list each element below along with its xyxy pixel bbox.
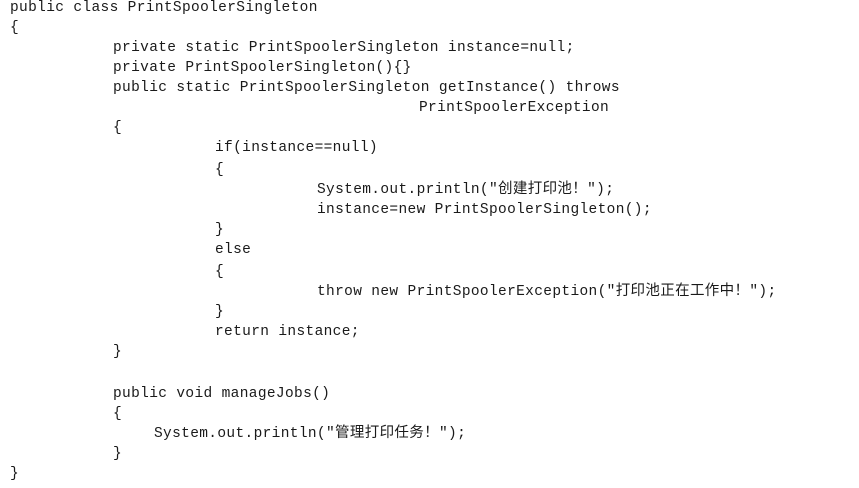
code-line-if-open-brace: { (215, 162, 225, 178)
code-line-throws-exception: PrintSpoolerException (419, 100, 610, 116)
code-line-if-condition: if(instance==null) (215, 140, 378, 156)
code-line-instance-field: private static PrintSpoolerSingleton ins… (113, 40, 575, 56)
java-code-listing: public class PrintSpoolerSingleton { pri… (0, 0, 859, 488)
code-line-new-instance: instance=new PrintSpoolerSingleton(); (317, 202, 652, 218)
code-line-print-manage-jobs: System.out.println("管理打印任务！"); (154, 426, 467, 442)
code-line-managejobs-open-brace: { (113, 406, 123, 422)
code-line-getinstance-signature: public static PrintSpoolerSingleton getI… (113, 80, 620, 96)
code-line-return-instance: return instance; (215, 324, 360, 340)
code-line-throw-exception: throw new PrintSpoolerException("打印池正在工作… (317, 284, 777, 300)
code-line-else-open-brace: { (215, 264, 225, 280)
code-line-print-create-pool: System.out.println("创建打印池！"); (317, 182, 615, 198)
code-line-managejobs-close-brace: } (113, 446, 123, 462)
code-line-class-close-brace: } (10, 466, 20, 482)
code-line-private-constructor: private PrintSpoolerSingleton(){} (113, 60, 412, 76)
code-line-else: else (215, 242, 252, 258)
code-line-class-declaration: public class PrintSpoolerSingleton (10, 0, 318, 16)
code-line-managejobs-signature: public void manageJobs() (113, 386, 331, 402)
code-line-method-open-brace: { (113, 120, 123, 136)
code-line-if-close-brace: } (215, 222, 225, 238)
code-line-method-close-brace: } (113, 344, 123, 360)
code-line-class-open-brace: { (10, 20, 20, 36)
code-line-else-close-brace: } (215, 304, 225, 320)
